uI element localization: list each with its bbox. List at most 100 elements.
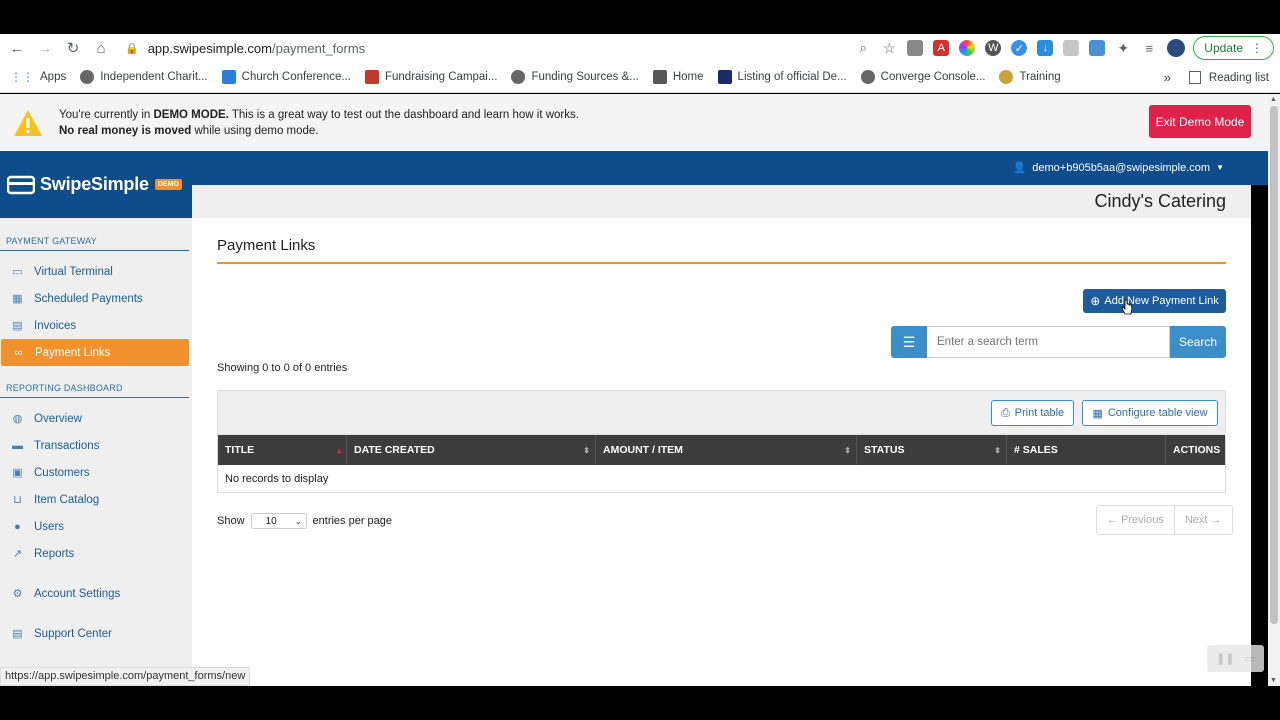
color-wheel-icon[interactable] [959, 40, 976, 56]
section-label-reporting-dashboard: REPORTING DASHBOARD [0, 383, 189, 398]
demo-badge: DEMO [154, 179, 182, 190]
panel-icon[interactable] [1089, 40, 1106, 56]
add-new-payment-link-button[interactable]: ⊕ Add New Payment Link [1083, 289, 1226, 313]
bookmark-church-conference[interactable]: Church Conference... [221, 70, 351, 84]
bookmark-training[interactable]: Training [999, 70, 1061, 84]
globe-icon: ◍ [12, 413, 23, 425]
scroll-up-icon[interactable]: ▲ [1270, 96, 1277, 103]
sidebar-item-account-settings[interactable]: ⚙ Account Settings [0, 580, 192, 607]
back-arrow-icon[interactable]: ← [3, 34, 31, 62]
sort-icon: ⬍ [844, 445, 851, 455]
sort-icon: ⬍ [583, 445, 590, 455]
pagination: ← Previous Next → [1096, 505, 1233, 535]
title-divider [217, 262, 1226, 264]
sidebar-item-users[interactable]: ● Users [0, 513, 192, 540]
print-table-button[interactable]: ⎙ Print table [991, 400, 1074, 426]
sidebar-item-invoices[interactable]: ▤ Invoices [0, 312, 192, 339]
page-scrollbar[interactable]: ▲ ▼ [1268, 94, 1280, 686]
zoom-icon[interactable]: ⌕ [855, 40, 871, 56]
bookmark-home[interactable]: Home [652, 70, 704, 84]
browser-toolbar: ← → ↻ ⌂ 🔒 app.swipesimple.com/payment_fo… [0, 34, 1280, 62]
wordpress-icon[interactable]: W [985, 40, 1002, 56]
column-header-amount-item[interactable]: AMOUNT / ITEM ⬍ [596, 435, 857, 465]
bookmark-apps[interactable]: ⋮⋮ Apps [10, 70, 66, 84]
sidebar: PAYMENT GATEWAY ▭ Virtual Terminal ▦ Sched… [0, 218, 192, 686]
pause-icon[interactable]: ❚❚ [1216, 652, 1234, 665]
profile-avatar-icon[interactable] [1167, 39, 1186, 57]
sidebar-item-virtual-terminal[interactable]: ▭ Virtual Terminal [0, 258, 192, 285]
globe-icon [511, 70, 526, 84]
caret-down-icon: ▼ [1216, 163, 1224, 172]
filter-sliders-button[interactable]: ☰ [891, 326, 927, 358]
grey-extension-icon[interactable] [1063, 40, 1080, 56]
printer-icon: ⎙ [1000, 406, 1010, 419]
pineapple-icon [999, 70, 1014, 84]
bookmark-fundraising[interactable]: Fundraising Campai... [364, 70, 497, 84]
queue-icon[interactable]: ≡ [1141, 40, 1157, 56]
star-icon[interactable]: ☆ [881, 40, 897, 56]
sliders-icon: ☰ [902, 333, 916, 350]
configure-table-view-button[interactable]: ▦ Configure table view [1082, 400, 1218, 426]
column-header-title[interactable]: TITLE ▴ [218, 435, 347, 465]
users-icon: ● [14, 520, 21, 533]
reload-icon[interactable]: ↻ [59, 34, 87, 62]
building-icon [717, 70, 732, 84]
logo[interactable]: SwipeSimple DEMO [0, 151, 192, 218]
payment-links-table: ⎙ Print table ▦ Configure table view TITLE… [217, 390, 1226, 493]
bookmark-converge[interactable]: Converge Console... [860, 70, 985, 84]
apps-grid-icon: ⋮⋮ [10, 70, 34, 84]
extension-icons: ⌕ ☆ A W ✓ ↓ ✦ ≡ [855, 39, 1186, 57]
sidebar-item-support-center[interactable]: ▤ Support Center [0, 620, 192, 647]
show-label: Show [217, 515, 245, 527]
scroll-down-icon[interactable]: ▼ [1270, 677, 1277, 684]
bookmark-funding-sources[interactable]: Funding Sources &... [511, 70, 639, 84]
picture-in-picture-icon[interactable]: ▭ [1245, 652, 1255, 665]
no-records-message: No records to display [225, 473, 329, 485]
scrollbar-thumb[interactable] [1270, 106, 1278, 624]
column-header-status[interactable]: STATUS ⬍ [857, 435, 1007, 465]
camera-icon[interactable] [907, 40, 924, 56]
demo-mode-message: You're currently in DEMO MODE. This is a… [59, 108, 579, 137]
sidebar-item-customers[interactable]: ▣ Customers [0, 459, 192, 486]
fundraising-icon [364, 70, 379, 84]
mouse-pointer-icon [1121, 299, 1133, 315]
home-icon[interactable]: ⌂ [87, 34, 115, 62]
pdf-icon[interactable]: A [933, 40, 950, 56]
column-header-sales[interactable]: # SALES [1007, 435, 1166, 465]
search-button[interactable]: Search [1170, 326, 1226, 358]
kebab-menu-icon: ⋮ [1251, 41, 1263, 55]
search-input[interactable] [927, 326, 1170, 358]
link-icon: ∞ [14, 346, 23, 359]
cart-icon: ⊔ [13, 494, 22, 506]
sidebar-item-item-catalog[interactable]: ⊔ Item Catalog [0, 486, 192, 513]
video-overlay-controls[interactable]: ❚❚ ▭ [1207, 645, 1264, 672]
next-page-button[interactable]: Next → [1173, 506, 1232, 534]
more-bookmarks-icon[interactable]: » [1164, 70, 1171, 85]
exit-demo-mode-button[interactable]: Exit Demo Mode [1149, 105, 1251, 138]
sidebar-item-scheduled-payments[interactable]: ▦ Scheduled Payments [0, 285, 192, 312]
entries-summary: Showing 0 to 0 of 0 entries [217, 362, 348, 374]
bookmark-independent-charities[interactable]: Independent Charit... [80, 70, 208, 84]
bookmark-listing[interactable]: Listing of official De... [717, 70, 847, 84]
sidebar-item-payment-links[interactable]: ∞ Payment Links [1, 339, 189, 366]
address-bar[interactable]: 🔒 app.swipesimple.com/payment_forms [125, 41, 855, 56]
reading-list-link[interactable]: Reading list [1209, 72, 1269, 84]
bookmarks-bar: ⋮⋮ Apps Independent Charit... Church Conf… [0, 62, 1280, 93]
page-title: Payment Links [217, 237, 316, 254]
download-icon[interactable]: ↓ [1037, 40, 1054, 56]
checkmark-icon[interactable]: ✓ [1011, 40, 1028, 56]
update-label: Update [1204, 41, 1243, 55]
plus-circle-icon: ⊕ [1090, 294, 1101, 308]
column-header-date-created[interactable]: DATE CREATED ⬍ [347, 435, 596, 465]
puzzle-icon[interactable]: ✦ [1115, 40, 1131, 56]
user-menu[interactable]: 👤 demo+b905b5aa@swipesimple.com ▼ [1013, 161, 1224, 175]
sidebar-item-overview[interactable]: ◍ Overview [0, 405, 192, 432]
per-page-control: Show 10 ⌄ entries per page [217, 513, 392, 529]
sidebar-item-transactions[interactable]: ▬ Transactions [0, 432, 192, 459]
sidebar-item-reports[interactable]: ↗ Reports [0, 540, 192, 567]
forward-arrow-icon[interactable]: → [31, 34, 59, 62]
update-button[interactable]: Update ⋮ [1193, 36, 1274, 60]
per-page-select[interactable]: 10 ⌄ [250, 513, 307, 529]
previous-page-button[interactable]: ← Previous [1097, 506, 1174, 534]
table-header: TITLE ▴ DATE CREATED ⬍ AMOUNT / ITEM ⬍ STAT… [218, 435, 1225, 465]
